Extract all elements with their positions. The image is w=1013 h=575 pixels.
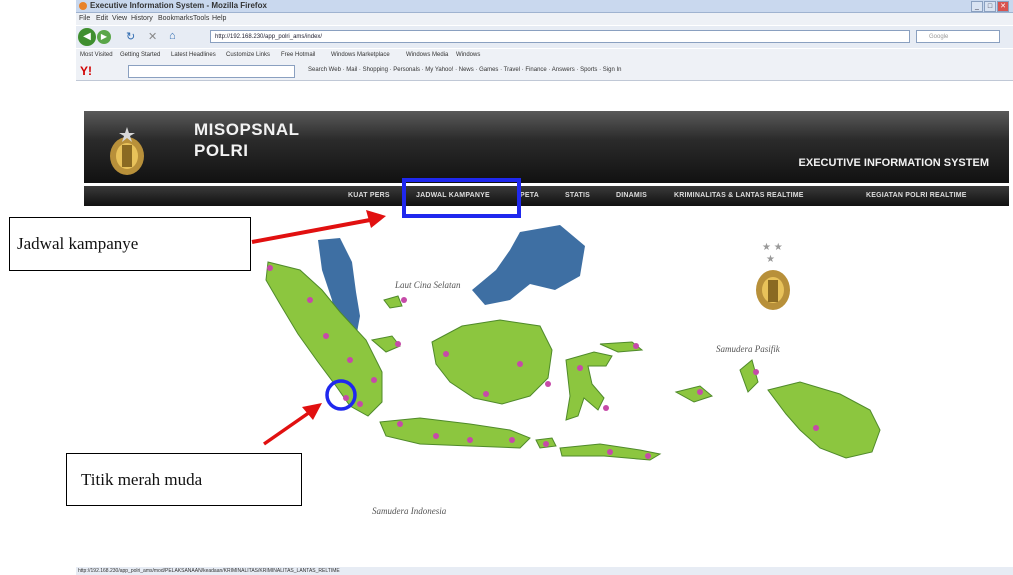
island-maluku[interactable]	[674, 385, 714, 403]
map-marker	[347, 357, 353, 363]
map-marker	[323, 333, 329, 339]
map-marker	[517, 361, 523, 367]
map-marker	[483, 391, 489, 397]
map-marker	[577, 365, 583, 371]
svg-text:★ ★: ★ ★	[762, 242, 783, 253]
map-marker	[433, 433, 439, 439]
map-marker	[343, 395, 349, 401]
island-kalimantan[interactable]	[431, 319, 553, 405]
sea-label-indian: Samudera Indonesia	[372, 506, 447, 516]
sea-region	[472, 225, 585, 305]
island-papua[interactable]	[767, 381, 881, 459]
island-riau[interactable]	[383, 295, 403, 309]
map-marker	[509, 437, 515, 443]
map-marker	[443, 351, 449, 357]
map-marker	[753, 369, 759, 375]
annotation-arrow	[251, 210, 386, 244]
map-marker	[467, 437, 473, 443]
map-marker	[813, 425, 819, 431]
map-marker	[603, 405, 609, 411]
map-marker	[633, 343, 639, 349]
map-marker	[395, 341, 401, 347]
map-marker	[401, 297, 407, 303]
map-marker	[645, 453, 651, 459]
callout-jadwal-kampanye: Jadwal kampanye	[9, 217, 251, 271]
callout-titik-merah-muda: Titik merah muda	[66, 453, 302, 506]
map-marker	[397, 421, 403, 427]
map-marker	[545, 381, 551, 387]
map-marker	[543, 441, 549, 447]
annotation-arrow	[263, 403, 322, 446]
sea-label-pacific: Samudera Pasifik	[716, 344, 781, 354]
highlight-box	[402, 178, 521, 218]
island-sumatra[interactable]	[265, 261, 383, 417]
map-marker	[267, 265, 273, 271]
island-halmahera[interactable]	[739, 359, 759, 393]
map-marker	[307, 297, 313, 303]
polri-badge-icon: ★ ★ ★	[756, 242, 790, 310]
map-marker	[371, 377, 377, 383]
svg-text:★: ★	[766, 254, 775, 265]
sea-label-lcs: Laut Cina Selatan	[394, 280, 461, 290]
map-marker	[607, 449, 613, 455]
map-marker	[697, 389, 703, 395]
map-marker	[357, 401, 363, 407]
